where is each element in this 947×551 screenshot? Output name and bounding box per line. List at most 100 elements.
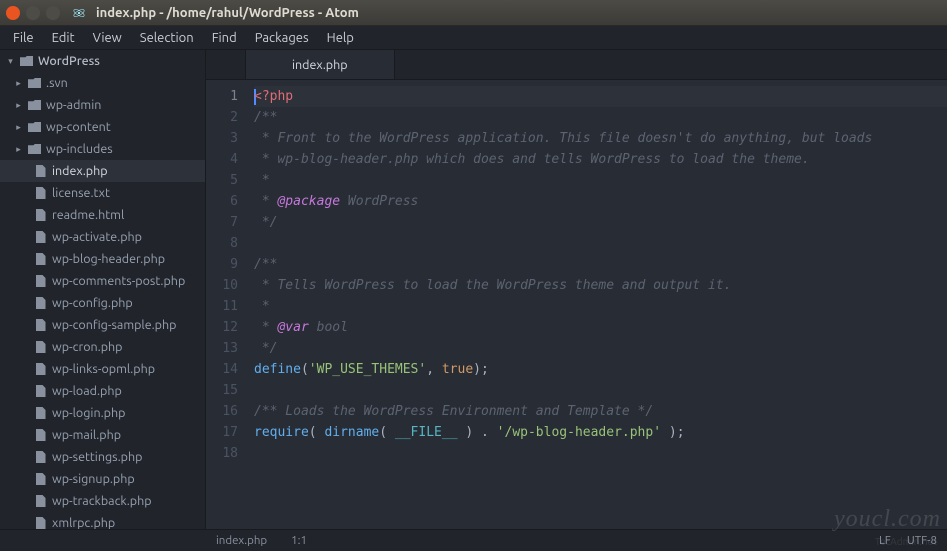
- tree-file[interactable]: wp-blog-header.php: [0, 248, 205, 270]
- tree-file[interactable]: wp-activate.php: [0, 226, 205, 248]
- file-icon: [34, 429, 47, 441]
- file-icon: [34, 407, 47, 419]
- chevron-right-icon: ▸: [14, 100, 23, 111]
- folder-icon: [28, 144, 41, 154]
- status-cursor-position[interactable]: 1:1: [291, 534, 307, 547]
- project-name: WordPress: [38, 54, 100, 68]
- tree-file[interactable]: wp-signup.php: [0, 468, 205, 490]
- code-line[interactable]: *: [254, 296, 947, 317]
- file-icon: [34, 473, 47, 485]
- tree-file[interactable]: wp-trackback.php: [0, 490, 205, 512]
- file-icon: [34, 275, 47, 287]
- chevron-right-icon: ▸: [14, 122, 23, 133]
- tree-folder[interactable]: ▸ wp-includes: [0, 138, 205, 160]
- tree-folder[interactable]: ▸ .svn: [0, 72, 205, 94]
- status-file[interactable]: index.php: [216, 534, 267, 547]
- window-close-button[interactable]: [6, 6, 20, 20]
- code-line[interactable]: [254, 233, 947, 254]
- tree-folder[interactable]: ▸ wp-admin: [0, 94, 205, 116]
- tab-bar: index.php: [206, 50, 947, 80]
- menu-find[interactable]: Find: [203, 28, 246, 48]
- chevron-right-icon: ▸: [14, 78, 23, 89]
- code-line[interactable]: */: [254, 212, 947, 233]
- file-icon: [34, 253, 47, 265]
- tree-file[interactable]: wp-cron.php: [0, 336, 205, 358]
- code-line[interactable]: /** Loads the WordPress Environment and …: [254, 401, 947, 422]
- tab-label: index.php: [292, 58, 348, 72]
- project-root[interactable]: ▾ WordPress: [0, 50, 205, 72]
- code-line[interactable]: * @var bool: [254, 317, 947, 338]
- code-line[interactable]: require( dirname( __FILE__ ) . '/wp-blog…: [254, 422, 947, 443]
- tree-file-label: wp-trackback.php: [52, 494, 152, 508]
- code-line[interactable]: * Front to the WordPress application. Th…: [254, 128, 947, 149]
- tree-file[interactable]: index.php: [0, 160, 205, 182]
- code-line[interactable]: [254, 380, 947, 401]
- code-line[interactable]: define('WP_USE_THEMES', true);: [254, 359, 947, 380]
- tree-file[interactable]: wp-login.php: [0, 402, 205, 424]
- tree-file[interactable]: xmlrpc.php: [0, 512, 205, 529]
- window-maximize-button[interactable]: [46, 6, 60, 20]
- tree-file[interactable]: wp-mail.php: [0, 424, 205, 446]
- menu-selection[interactable]: Selection: [131, 28, 203, 48]
- tree-folder-label: wp-includes: [46, 142, 113, 156]
- window-minimize-button[interactable]: [26, 6, 40, 20]
- tree-file-label: wp-comments-post.php: [52, 274, 185, 288]
- code-line[interactable]: * @package WordPress: [254, 191, 947, 212]
- chevron-down-icon: ▾: [6, 56, 15, 67]
- status-eol[interactable]: LF: [879, 534, 891, 547]
- tree-file-label: wp-login.php: [52, 406, 125, 420]
- menu-file[interactable]: File: [4, 28, 43, 48]
- tree-file-label: wp-load.php: [52, 384, 122, 398]
- tree-file[interactable]: wp-config-sample.php: [0, 314, 205, 336]
- code-line[interactable]: <?php: [254, 86, 947, 107]
- tree-file[interactable]: wp-config.php: [0, 292, 205, 314]
- code-line[interactable]: /**: [254, 107, 947, 128]
- code-line[interactable]: * wp-blog-header.php which does and tell…: [254, 149, 947, 170]
- file-icon: [34, 209, 47, 221]
- file-icon: [34, 495, 47, 507]
- tree-file[interactable]: license.txt: [0, 182, 205, 204]
- tree-folder-label: wp-admin: [46, 98, 101, 112]
- tree-file[interactable]: wp-load.php: [0, 380, 205, 402]
- tree-file[interactable]: wp-settings.php: [0, 446, 205, 468]
- tree-file[interactable]: readme.html: [0, 204, 205, 226]
- folder-icon: [28, 100, 41, 110]
- file-tree-sidebar[interactable]: ▾ WordPress ▸.svn▸wp-admin▸wp-content▸wp…: [0, 50, 206, 529]
- tree-file-label: wp-blog-header.php: [52, 252, 165, 266]
- folder-icon: [28, 122, 41, 132]
- status-encoding[interactable]: UTF-8: [907, 534, 937, 547]
- tree-file[interactable]: wp-links-opml.php: [0, 358, 205, 380]
- tree-file-label: wp-activate.php: [52, 230, 142, 244]
- file-icon: [34, 517, 47, 529]
- code-line[interactable]: *: [254, 170, 947, 191]
- tree-file[interactable]: wp-comments-post.php: [0, 270, 205, 292]
- code-line[interactable]: [254, 443, 947, 464]
- chevron-right-icon: ▸: [14, 144, 23, 155]
- menu-edit[interactable]: Edit: [43, 28, 84, 48]
- tree-file-label: readme.html: [52, 208, 124, 222]
- atom-app-icon: [72, 6, 86, 20]
- tree-file-label: index.php: [52, 164, 108, 178]
- code-editor[interactable]: 123456789101112131415161718 <?php/** * F…: [206, 80, 947, 529]
- menu-help[interactable]: Help: [318, 28, 363, 48]
- tree-file-label: xmlrpc.php: [52, 516, 115, 529]
- tree-file-label: wp-mail.php: [52, 428, 121, 442]
- tree-folder[interactable]: ▸wp-content: [0, 116, 205, 138]
- tree-folder-label: .svn: [46, 76, 68, 90]
- file-icon: [34, 165, 47, 177]
- file-icon: [34, 385, 47, 397]
- file-icon: [34, 297, 47, 309]
- code-line[interactable]: /**: [254, 254, 947, 275]
- tree-file-label: wp-links-opml.php: [52, 362, 155, 376]
- tabbar-gutter: [206, 50, 246, 79]
- menu-view[interactable]: View: [84, 28, 131, 48]
- tree-file-label: wp-settings.php: [52, 450, 142, 464]
- menu-packages[interactable]: Packages: [246, 28, 318, 48]
- code-content[interactable]: <?php/** * Front to the WordPress applic…: [246, 80, 947, 529]
- status-bar: index.php 1:1 LF UTF-8: [0, 529, 947, 551]
- code-line[interactable]: */: [254, 338, 947, 359]
- tab-active[interactable]: index.php: [246, 50, 395, 79]
- file-icon: [34, 187, 47, 199]
- folder-icon: [28, 78, 41, 88]
- code-line[interactable]: * Tells WordPress to load the WordPress …: [254, 275, 947, 296]
